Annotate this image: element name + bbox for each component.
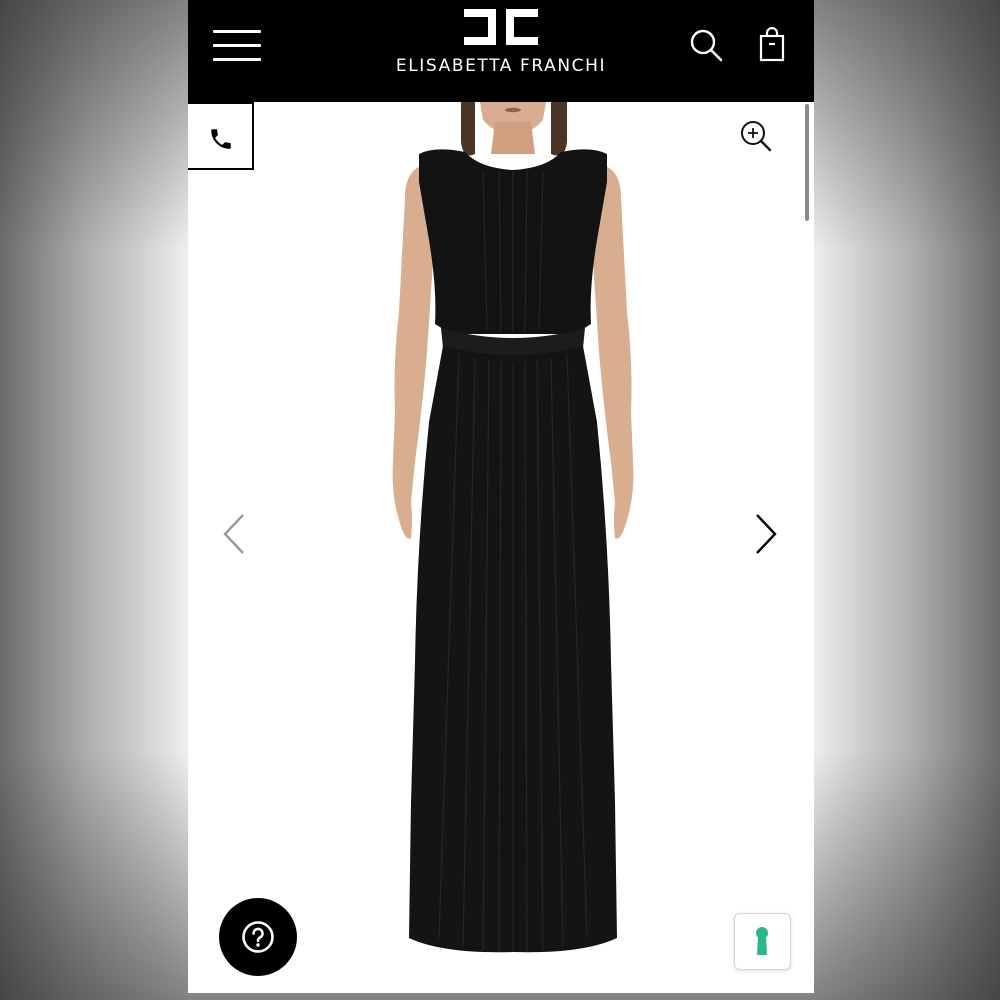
product-image[interactable] (383, 102, 643, 962)
chevron-right-icon[interactable] (753, 512, 779, 556)
search-icon[interactable] (689, 28, 723, 62)
phone-icon (211, 129, 231, 149)
keyhole-icon (756, 927, 768, 955)
help-button[interactable] (219, 898, 297, 976)
zoom-in-icon[interactable] (739, 119, 773, 153)
shopping-bag-icon[interactable] (758, 27, 786, 63)
scrollbar[interactable] (805, 104, 809, 221)
question-mark-icon (242, 921, 274, 953)
call-button[interactable] (188, 102, 254, 170)
chevron-left-icon[interactable] (221, 512, 247, 556)
mobile-page: ELISABETTA FRANCHI (188, 0, 814, 993)
accessibility-button[interactable] (734, 913, 791, 970)
site-header: ELISABETTA FRANCHI (188, 0, 814, 102)
brand-logo-icon[interactable] (464, 9, 538, 45)
